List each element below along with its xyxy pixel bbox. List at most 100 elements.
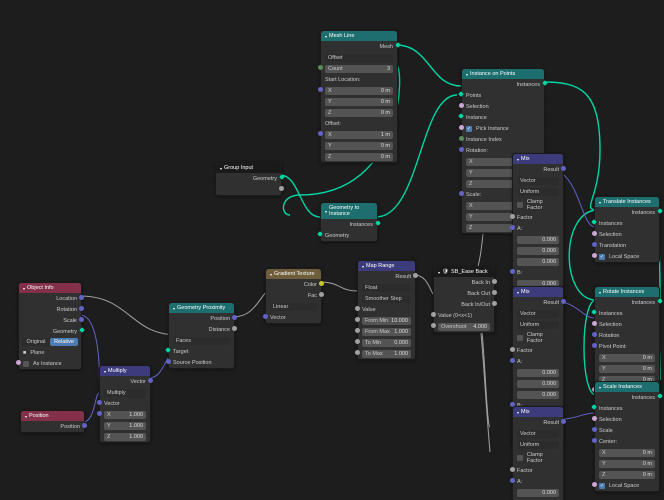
field-az[interactable]: 0.000 [517,391,559,399]
output-back-inout[interactable]: Back In/Out [434,299,494,310]
input-as-instance[interactable]: As Instance [19,358,81,369]
node-gradient-texture[interactable]: ▾Gradient Texture Color Fac Linear Vecto… [265,268,322,324]
node-geometry-to-instance[interactable]: ▾Geometry to Instance Instances Geometry [320,202,378,242]
node-header[interactable]: ▾Rotate Instances [595,287,659,297]
input-instances[interactable]: Instances [595,403,659,414]
field-ay[interactable]: 0.000 [517,247,559,255]
node-mix-c[interactable]: ▾Mix Result Vector Uniform Clamp Factor … [512,406,564,500]
field-center-z[interactable]: Z0 m [599,471,655,479]
input-geometry[interactable]: Geometry [321,230,377,241]
node-mesh-line[interactable]: ▾Mesh Line Mesh Offset Count3 Start Loca… [320,30,398,163]
node-header[interactable]: ▾Multiply [100,366,150,376]
clamp-factor[interactable]: Clamp Factor [513,197,563,212]
mode-dropdown[interactable]: Linear [270,303,317,311]
node-multiply[interactable]: ▾Multiply Vector Multiply Vector X1.000 … [99,365,151,443]
interp-dropdown[interactable]: Smoother Step [362,295,411,303]
node-header[interactable]: ▾Map Range [358,261,415,271]
field-start-y[interactable]: Y0 m [325,98,393,106]
input-count[interactable]: Count3 [321,63,397,74]
output-vector[interactable]: Vector [100,376,150,387]
node-scale-instances[interactable]: ▾Scale Instances Instances Instances Sel… [594,381,660,492]
mode-dropdown[interactable]: Faces [173,337,230,345]
node-object-info[interactable]: ▾Object Info Location Rotation Scale Geo… [18,282,82,370]
node-header[interactable]: ▾Mix [513,407,563,417]
input-value[interactable]: Value (0<x<1) [434,310,494,321]
node-header[interactable]: ▾Geometry Proximity [169,303,234,313]
output-result[interactable]: Result [513,297,563,308]
node-header[interactable]: ▾Position [21,411,84,421]
field-start-z[interactable]: Z0 m [325,109,393,117]
input-factor[interactable]: Factor [513,345,563,356]
output-back-out[interactable]: Back Out [434,288,494,299]
output-color[interactable]: Color [266,279,321,290]
field-start-x[interactable]: X0 m [325,87,393,95]
input-object[interactable]: ■Plane [19,347,81,358]
output-result[interactable]: Result [513,164,563,175]
input-local-space[interactable]: Local Space [595,251,659,262]
field-from-max[interactable]: From Max1.000 [362,328,411,336]
output-instances[interactable]: Instances [595,392,659,403]
field-from-min[interactable]: From Min10.000 [362,317,411,325]
node-header[interactable]: ▾🛡SB_Ease Back [434,267,494,277]
field-ax[interactable]: 0.000 [517,369,559,377]
input-factor[interactable]: Factor [513,465,563,476]
input-selection[interactable]: Selection [595,229,659,240]
field-ax[interactable]: 0.000 [517,236,559,244]
field-center-y[interactable]: Y0 m [599,460,655,468]
field-pivot-y[interactable]: Y0 m [599,365,655,373]
output-result[interactable]: Result [358,271,415,282]
output-geometry[interactable]: Geometry [216,173,281,184]
input-vector[interactable]: Vector [100,398,150,409]
node-sb-ease-back[interactable]: ▾🛡SB_Ease Back Back In Back Out Back In/… [433,266,495,333]
node-header[interactable]: ▾Gradient Texture [266,269,321,279]
node-header[interactable]: ▾Instance on Points [462,69,544,79]
field-z[interactable]: Z1.000 [104,433,146,441]
input-selection[interactable]: Selection [595,414,659,425]
input-value[interactable]: Value [358,304,415,315]
node-translate-instances[interactable]: ▾Translate Instances Instances Instances… [594,196,660,263]
type-dropdown[interactable]: Vector [517,177,559,185]
mode-dropdown[interactable]: Uniform [517,321,559,329]
input-instances[interactable]: Instances [595,308,659,319]
node-position[interactable]: ▾Position Position [20,410,85,433]
node-group-input[interactable]: ▾Group Input Geometry [215,162,282,196]
field-to-min[interactable]: To Min0.000 [362,339,411,347]
input-points[interactable]: Points [462,90,544,101]
field-center-x[interactable]: X0 m [599,449,655,457]
transform-tabs[interactable]: OriginalRelative [22,338,78,346]
type-dropdown[interactable]: Vector [517,310,559,318]
field-offset-z[interactable]: Z0 m [325,153,393,161]
node-header[interactable]: ▾Object Info [19,283,81,293]
input-vector[interactable]: Vector [266,312,321,323]
output-fac[interactable]: Fac [266,290,321,301]
output-position[interactable]: Position [169,313,234,324]
node-header[interactable]: ▾Translate Instances [595,197,659,207]
node-map-range[interactable]: ▾Map Range Result Float Smoother Step Va… [357,260,416,360]
node-editor-canvas[interactable]: { "nodes": { "meshLine": {"title":"Mesh … [0,0,664,500]
output-instances[interactable]: Instances [595,207,659,218]
input-scale[interactable]: Scale [595,425,659,436]
input-local-space[interactable]: Local Space [595,480,659,491]
input-instance[interactable]: Instance [462,112,544,123]
output-instances[interactable]: Instances [462,79,544,90]
mode-dropdown[interactable]: Offset [325,54,393,62]
input-instances[interactable]: Instances [595,218,659,229]
field-offset-y[interactable]: Y0 m [325,142,393,150]
input-source-position[interactable]: Source Position [169,357,234,368]
output-position[interactable]: Position [21,421,84,432]
mode-dropdown[interactable]: Uniform [517,188,559,196]
field-to-max[interactable]: To Max1.000 [362,350,411,358]
input-translation[interactable]: Translation [595,240,659,251]
output-instances[interactable]: Instances [321,219,377,230]
node-header[interactable]: ▾Geometry to Instance [321,203,377,219]
output-geometry[interactable]: Geometry [19,326,81,337]
input-rotation[interactable]: Rotation [595,330,659,341]
output-scale[interactable]: Scale [19,315,81,326]
field-y[interactable]: Y1.000 [104,422,146,430]
node-header[interactable]: ▾Group Input [216,163,281,173]
field-az[interactable]: 0.000 [517,258,559,266]
output-instances[interactable]: Instances [595,297,659,308]
output-result[interactable]: Result [513,417,563,428]
field-ay[interactable]: 0.000 [517,380,559,388]
input-factor[interactable]: Factor [513,212,563,223]
